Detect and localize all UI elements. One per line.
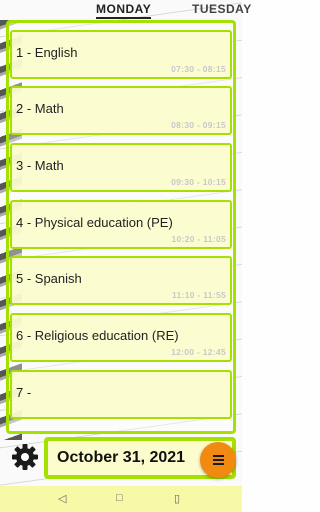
lesson-time: 10:20 - 11:05 bbox=[171, 234, 226, 244]
lesson-label: 3 - Math bbox=[16, 158, 64, 173]
system-navbar: ◁ □ ▯ bbox=[0, 486, 242, 512]
lesson-row-2[interactable]: 2 - Math 08:30 - 09:15 bbox=[10, 86, 232, 135]
lesson-row-1[interactable]: 1 - English 07:30 - 08:15 bbox=[10, 30, 232, 79]
menu-fab-button[interactable] bbox=[200, 442, 236, 478]
lesson-label: 6 - Religious education (RE) bbox=[16, 328, 179, 343]
lesson-time: 11:10 - 11:55 bbox=[172, 290, 226, 300]
lesson-label: 2 - Math bbox=[16, 101, 64, 116]
lesson-row-7[interactable]: 7 - bbox=[10, 370, 232, 419]
tab-tuesday[interactable]: TUESDAY bbox=[192, 2, 252, 16]
lesson-row-3[interactable]: 3 - Math 09:30 - 10:15 bbox=[10, 143, 232, 192]
lesson-label: 4 - Physical education (PE) bbox=[16, 215, 173, 230]
lesson-time: 12:00 - 12:45 bbox=[171, 347, 226, 357]
lesson-row-5[interactable]: 5 - Spanish 11:10 - 11:55 bbox=[10, 256, 232, 305]
lesson-time: 08:30 - 09:15 bbox=[171, 120, 226, 130]
lesson-label: 7 - bbox=[16, 385, 32, 400]
recents-icon[interactable]: ▯ bbox=[174, 492, 180, 505]
lesson-label: 1 - English bbox=[16, 45, 78, 60]
lesson-row-6[interactable]: 6 - Religious education (RE) 12:00 - 12:… bbox=[10, 313, 232, 362]
lesson-time: 09:30 - 10:15 bbox=[171, 177, 226, 187]
home-icon[interactable]: □ bbox=[116, 492, 123, 504]
date-text: October 31, 2021 bbox=[57, 449, 186, 466]
tab-monday[interactable]: MONDAY bbox=[96, 2, 152, 19]
day-tabs: MONDAY TUESDAY bbox=[0, 0, 251, 20]
lesson-row-4[interactable]: 4 - Physical education (PE) 10:20 - 11:0… bbox=[10, 200, 232, 249]
lesson-label: 5 - Spanish bbox=[16, 271, 82, 286]
lesson-time: 07:30 - 08:15 bbox=[171, 64, 226, 74]
back-icon[interactable]: ◁ bbox=[58, 492, 66, 505]
menu-icon bbox=[212, 453, 224, 467]
gear-icon[interactable] bbox=[10, 442, 40, 472]
